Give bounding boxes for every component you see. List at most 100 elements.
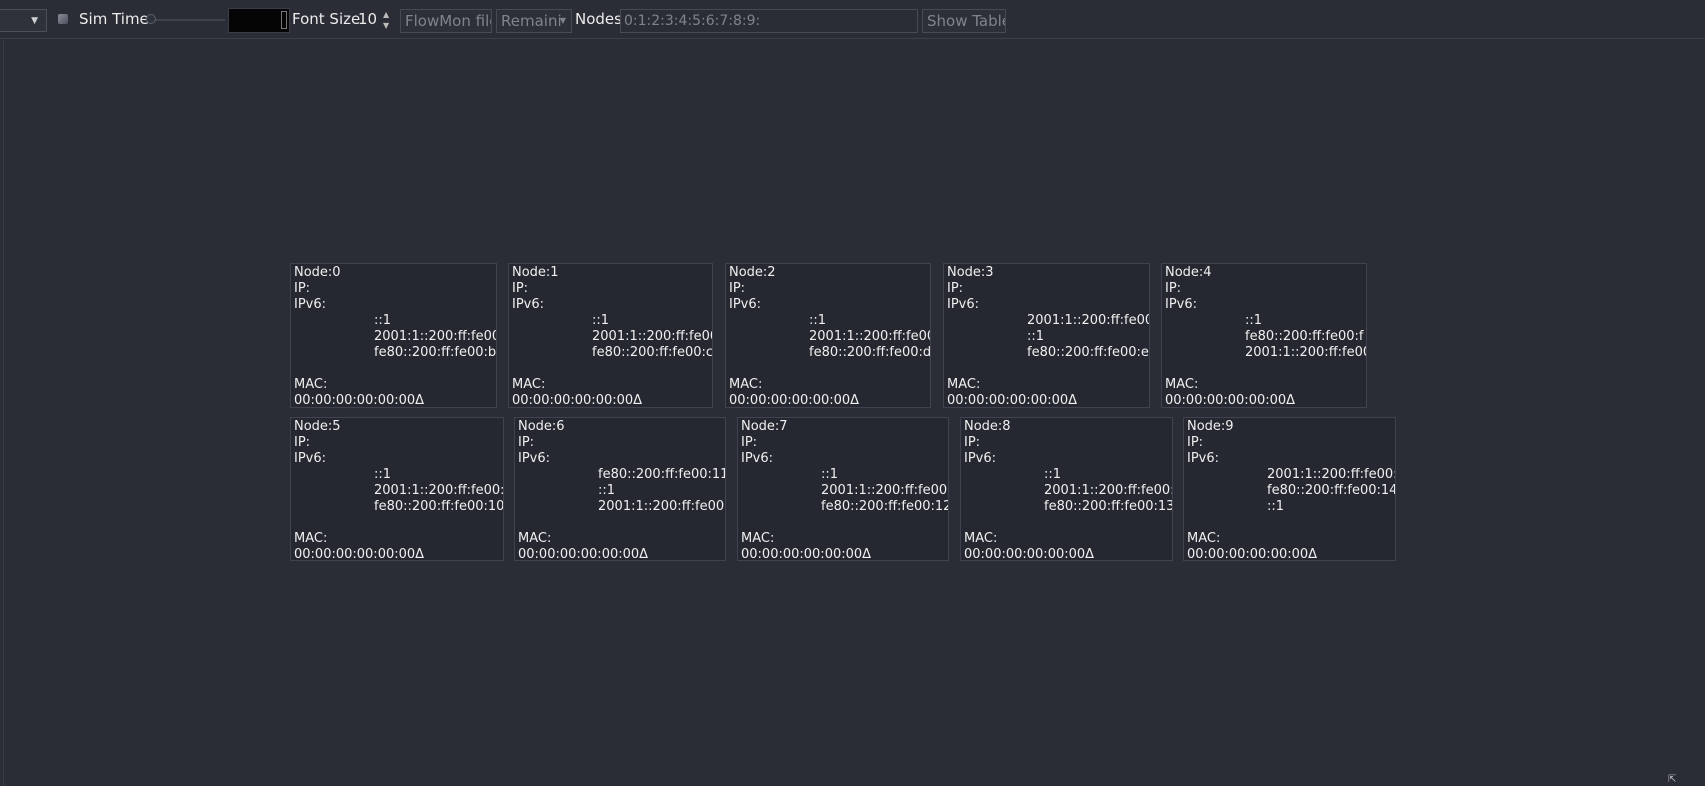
mode-select-label: Remaini — [501, 12, 562, 30]
nodes-label: Nodes — [575, 10, 622, 28]
node-ipv6-address: ::1 — [592, 313, 610, 328]
node-title: Node:8 — [964, 419, 1011, 434]
node-ipv6-address: ::1 — [374, 467, 392, 482]
node-card-0[interactable]: Node:0 IP: IPv6:MAC: 00:00:00:00:00:00Δ::1 2… — [290, 263, 497, 408]
node-ipv6-label: IPv6: — [741, 451, 774, 466]
node-title: Node:4 — [1165, 265, 1212, 280]
node-ipv6-address: ::1 — [1044, 467, 1062, 482]
mode-select[interactable]: Remaini ▼ — [496, 9, 572, 33]
node-ipv6-label: IPv6: — [964, 451, 997, 466]
node-title: Node:3 — [947, 265, 994, 280]
toolbar: ▼ Sim Time Font Size 10 ▲ ▼ FlowMon file … — [0, 0, 1705, 39]
flowmon-file-button[interactable]: FlowMon file — [400, 9, 492, 33]
node-mac-value: 00:00:00:00:00:00Δ — [294, 393, 425, 408]
sim-time-label: Sim Time — [79, 10, 149, 28]
node-ipv6-address: ::1 — [821, 467, 839, 482]
resize-corner-icon[interactable]: ⇱ — [1668, 774, 1676, 785]
node-card-6[interactable]: Node:6 IP: IPv6: MAC: 00:00:00:00:00:00Δ fe80… — [514, 417, 726, 561]
node-title: Node:9 — [1187, 419, 1234, 434]
node-mac-value: 00:00:00:00:00:00Δ — [729, 393, 860, 408]
node-ipv6-address: ::1 — [374, 313, 392, 328]
node-title: Node:2 — [729, 265, 776, 280]
node-ipv6-label: IPv6: — [294, 451, 327, 466]
node-mac-value: 00:00:00:00:00:00Δ — [294, 547, 425, 561]
node-mac-value: 00:00:00:00:00:00Δ — [518, 547, 649, 561]
node-card-8[interactable]: Node:8 IP: IPv6: MAC: 00:00:00:00:00:00Δ::1 2… — [960, 417, 1173, 561]
node-ipv6-address: fe80::200:ff:fe00:b — [374, 345, 497, 360]
node-ip-label: IP: — [947, 281, 964, 296]
node-ipv6-address: fe80::200:ff:fe00:14 — [1267, 483, 1396, 498]
node-ipv6-label: IPv6: — [512, 297, 545, 312]
node-title: Node:0 — [294, 265, 341, 280]
node-ip-label: IP: — [741, 435, 758, 450]
node-ipv6-address: 2001:1::200:ff:fe00:c — [592, 329, 712, 344]
node-mac-label: MAC: — [1165, 377, 1199, 392]
node-title: Node:7 — [741, 419, 788, 434]
node-ipv6-address: 2001:1::200:ff:fe00:f — [1245, 345, 1367, 360]
node-title: Node:1 — [512, 265, 559, 280]
node-ip-label: IP: — [294, 281, 311, 296]
node-ipv6-address: 2001:1::200:ff:fe00:e — [1027, 313, 1149, 328]
node-mac-value: 00:00:00:00:00:00Δ — [1165, 393, 1296, 408]
node-ipv6-address: fe80::200:ff:fe00:13 — [1044, 499, 1173, 514]
node-ipv6-address: fe80::200:ff:fe00:d — [809, 345, 931, 360]
node-card-7[interactable]: Node:7 IP: IPv6: MAC: 00:00:00:00:00:00Δ::1 2… — [737, 417, 949, 561]
node-ip-label: IP: — [729, 281, 746, 296]
node-ipv6-address: ::1 — [809, 313, 827, 328]
node-ipv6-address: ::1 — [1027, 329, 1045, 344]
node-mac-value: 00:00:00:00:00:00Δ — [512, 393, 643, 408]
spin-arrows-icon[interactable]: ▲ ▼ — [383, 9, 389, 31]
nodes-input[interactable]: 0:1:2:3:4:5:6:7:8:9: — [620, 9, 918, 33]
sim-time-checkbox[interactable] — [58, 14, 68, 24]
node-mac-value: 00:00:00:00:00:00Δ — [947, 393, 1078, 408]
node-ipv6-address: ::1 — [1267, 499, 1285, 514]
node-ipv6-label: IPv6: — [947, 297, 980, 312]
node-ipv6-label: IPv6: — [729, 297, 762, 312]
node-mac-label: MAC: — [512, 377, 546, 392]
node-mac-label: MAC: — [964, 531, 998, 546]
node-mac-value: 00:00:00:00:00:00Δ — [964, 547, 1095, 561]
node-mac-value: 00:00:00:00:00:00Δ — [1187, 547, 1318, 561]
sim-time-value-box[interactable] — [228, 8, 290, 33]
node-mac-value: 00:00:00:00:00:00Δ — [741, 547, 872, 561]
view-dropdown[interactable]: ▼ — [0, 9, 47, 32]
node-ipv6-address: 2001:1::200:ff:fe00:10 — [374, 483, 503, 498]
node-ipv6-address: 2001:1::200:ff:fe00:d — [809, 329, 930, 344]
node-ipv6-label: IPv6: — [294, 297, 327, 312]
node-card-9[interactable]: Node:9 IP: IPv6: MAC: 00:00:00:00:00:00Δ 2001… — [1183, 417, 1396, 561]
node-ipv6-address: fe80::200:ff:fe00:e — [1027, 345, 1149, 360]
node-mac-label: MAC: — [518, 531, 552, 546]
node-ipv6-label: IPv6: — [518, 451, 551, 466]
node-ipv6-address: fe80::200:ff:fe00:11 — [598, 467, 726, 482]
node-card-5[interactable]: Node:5 IP: IPv6:MAC: 00:00:00:00:00:00Δ::1 2… — [290, 417, 504, 561]
node-ipv6-address: ::1 — [1245, 313, 1263, 328]
node-mac-label: MAC: — [294, 377, 328, 392]
sim-time-slider-handle[interactable] — [146, 14, 156, 24]
chevron-down-icon: ▼ — [31, 16, 38, 26]
chevron-down-icon: ▼ — [559, 16, 566, 25]
node-mac-label: MAC: — [294, 531, 328, 546]
node-card-1[interactable]: Node:1 IP: IPv6: MAC: 00:00:00:00:00:00Δ::1 2… — [508, 263, 713, 408]
scrollbar[interactable] — [281, 11, 287, 29]
node-ip-label: IP: — [294, 435, 311, 450]
node-ip-label: IP: — [964, 435, 981, 450]
node-ipv6-address: 2001:1::200:ff:fe00:11 — [598, 499, 725, 514]
node-ip-label: IP: — [518, 435, 535, 450]
font-size-label: Font Size — [292, 10, 361, 28]
sim-time-slider-track[interactable] — [149, 19, 225, 21]
canvas-left-border — [3, 40, 4, 786]
font-size-spinbox[interactable]: 10 — [358, 10, 377, 28]
node-ipv6-label: IPv6: — [1165, 297, 1198, 312]
node-card-3[interactable]: Node:3 IP: IPv6: MAC: 00:00:00:00:00:00Δ 2001… — [943, 263, 1150, 408]
node-mac-label: MAC: — [947, 377, 981, 392]
node-ipv6-address: fe80::200:ff:fe00:c — [592, 345, 713, 360]
node-ipv6-address: fe80::200:ff:fe00:f — [1245, 329, 1364, 344]
node-ipv6-address: 2001:1::200:ff:fe00:12 — [821, 483, 948, 498]
node-ipv6-address: fe80::200:ff:fe00:12 — [821, 499, 949, 514]
node-ipv6-address: 2001:1::200:ff:fe00:b — [374, 329, 496, 344]
show-table-button[interactable]: Show Table — [922, 9, 1006, 33]
node-mac-label: MAC: — [1187, 531, 1221, 546]
node-card-2[interactable]: Node:2 IP: IPv6: MAC: 00:00:00:00:00:00Δ::1 2… — [725, 263, 931, 408]
node-title: Node:5 — [294, 419, 341, 434]
node-card-4[interactable]: Node:4 IP: IPv6: MAC: 00:00:00:00:00:00Δ::1 f… — [1161, 263, 1367, 408]
